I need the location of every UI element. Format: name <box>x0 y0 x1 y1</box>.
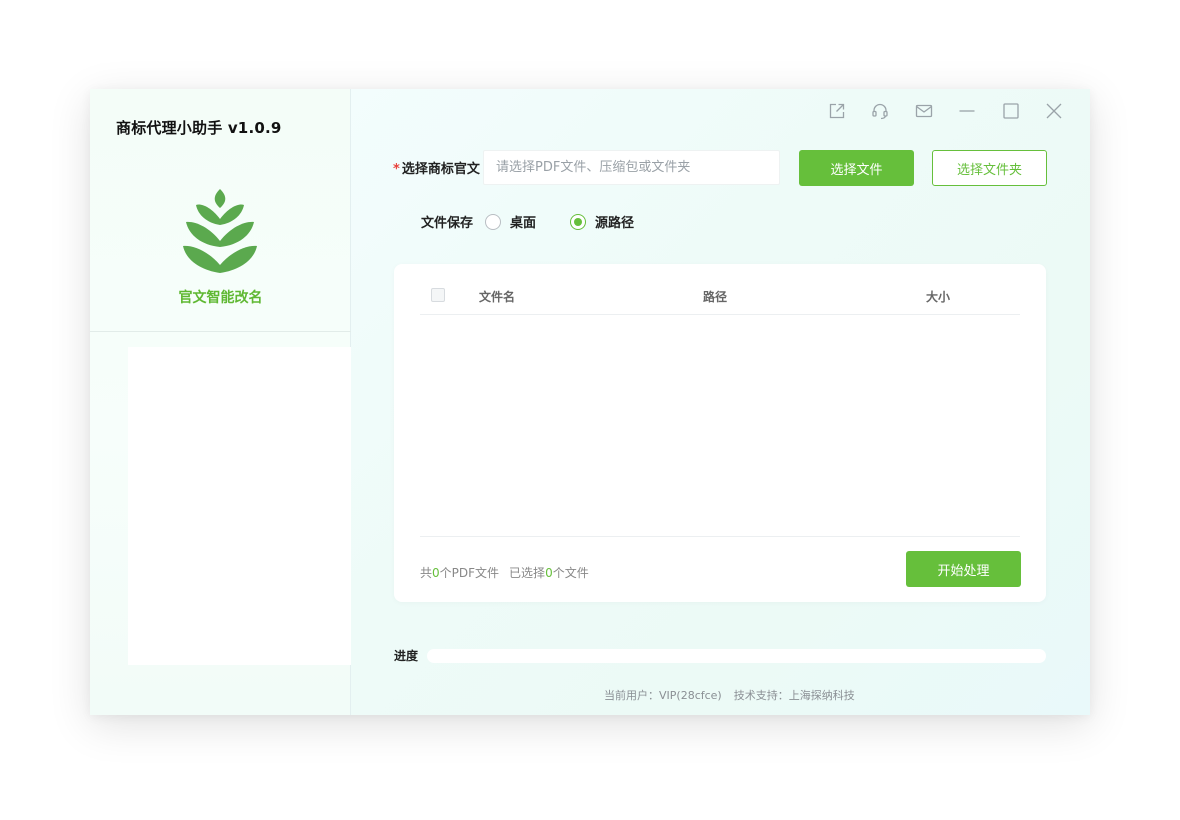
select-file-button[interactable]: 选择文件 <box>799 150 914 186</box>
file-select-label: * 选择商标官文 <box>393 162 480 177</box>
required-mark: * <box>393 162 400 177</box>
maximize-icon[interactable] <box>989 101 1033 121</box>
pdf-count: 0 <box>432 566 440 580</box>
external-link-icon[interactable] <box>815 101 859 121</box>
progress-label: 进度 <box>394 649 419 663</box>
titlebar-controls <box>815 101 1076 121</box>
progress-bar <box>427 648 1046 663</box>
current-user: 当前用户：VIP(28cfce) <box>604 689 722 702</box>
file-summary: 共0个PDF文件 已选择0个文件 <box>420 566 589 580</box>
save-option-row: 文件保存 桌面 源路径 <box>421 212 668 231</box>
radio-circle-desktop[interactable] <box>485 213 502 230</box>
mail-icon[interactable] <box>902 101 946 121</box>
start-processing-button[interactable]: 开始处理 <box>906 551 1021 587</box>
save-option-label: 文件保存 <box>421 216 474 231</box>
table-header: 文件名 路径 大小 <box>420 278 1020 315</box>
table-body[interactable] <box>420 315 1020 537</box>
main-panel: *选择商标官文 选择文件 选择文件夹 文件保存 桌面 源路径 文件名 路径 大小 <box>351 89 1090 715</box>
minimize-icon[interactable] <box>946 101 990 121</box>
select-folder-button[interactable]: 选择文件夹 <box>932 150 1047 186</box>
selected-count: 0 <box>545 566 553 580</box>
radio-circle-source-path[interactable] <box>570 213 587 230</box>
feature-label[interactable]: 官文智能改名 <box>90 287 351 307</box>
sidebar-panel <box>128 347 351 665</box>
sidebar: 商标代理小助手 v1.0.9 官文智能改名 <box>90 89 351 715</box>
app-window: 商标代理小助手 v1.0.9 官文智能改名 * 选择商标官文 请选择PDF文件、… <box>90 89 1090 715</box>
file-table-card: 文件名 路径 大小 共0个PDF文件 已选择0个文件 开始处理 <box>394 264 1046 602</box>
file-select-row: * 选择商标官文 <box>393 150 780 185</box>
radio-label-desktop: 桌面 <box>510 216 537 231</box>
close-icon[interactable] <box>1033 101 1077 121</box>
headset-icon[interactable] <box>859 101 903 121</box>
radio-source-path[interactable]: 源路径 <box>570 212 634 231</box>
leaf-logo-icon <box>183 189 257 275</box>
footer: 当前用户：VIP(28cfce) 技术支持：上海探纳科技 <box>604 687 855 703</box>
file-path-input[interactable] <box>483 150 780 185</box>
progress-row: 进度 <box>394 647 1046 664</box>
radio-desktop[interactable]: 桌面 <box>485 212 536 231</box>
select-all-checkbox[interactable] <box>431 288 445 302</box>
sidebar-divider <box>90 331 351 332</box>
column-header-filename[interactable]: 文件名 <box>479 288 515 305</box>
tech-support: 技术支持：上海探纳科技 <box>733 689 855 702</box>
column-header-size[interactable]: 大小 <box>926 288 950 305</box>
radio-label-source-path: 源路径 <box>595 216 635 231</box>
app-title: 商标代理小助手 v1.0.9 <box>116 119 282 137</box>
column-header-path[interactable]: 路径 <box>703 288 727 305</box>
